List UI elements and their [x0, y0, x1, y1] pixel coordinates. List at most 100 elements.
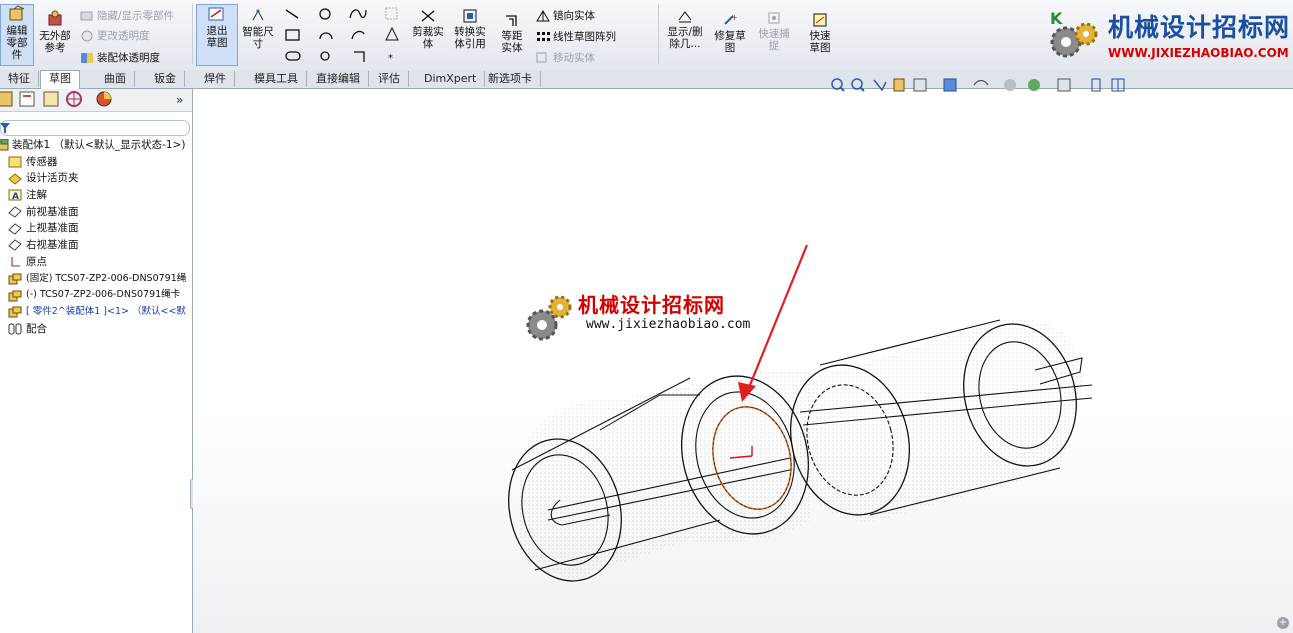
feature-tree: 装配体1 （默认<默认_显示状态-1>) 传感器 设计活页夹 A 注解 前视基准… — [0, 137, 192, 337]
trim-entities-button[interactable]: 剪裁实体 — [408, 8, 448, 50]
watermark-title: 机械设计招标网 — [578, 293, 725, 317]
convert-entities-label: 转换实体引用 — [454, 26, 486, 50]
offset-entities-label: 等距实体 — [501, 30, 523, 54]
hide-show-icon — [80, 11, 93, 20]
mates-icon — [8, 323, 22, 335]
convert-entities-icon — [463, 9, 477, 23]
linear-pattern-button[interactable]: 线性草图阵列 — [536, 29, 616, 44]
part-icon — [8, 273, 22, 285]
tree-root-assembly[interactable]: 装配体1 （默认<默认_显示状态-1>) — [0, 137, 192, 154]
tab-direct-editing[interactable]: 直接编辑 — [308, 71, 369, 87]
tab-surfaces[interactable]: 曲面 — [96, 71, 135, 87]
watermark-gear-icon — [526, 295, 572, 341]
assembly-transparency-button[interactable]: 装配体透明度 — [80, 50, 160, 65]
annotation-icon: A — [8, 189, 22, 201]
svg-text:A: A — [12, 192, 19, 201]
show-delete-relations-button[interactable]: 显示/删除几... — [662, 8, 708, 50]
change-transparency-label: 更改透明度 — [97, 30, 150, 42]
graphics-area[interactable]: 机械设计招标网 www.jixiezhaobiao.com + — [193, 89, 1293, 633]
tab-new[interactable]: 新选项卡 — [480, 71, 541, 87]
repair-sketch-button[interactable]: + 修复草图 — [710, 12, 750, 54]
filter-input[interactable] — [0, 120, 190, 136]
tree-item-mates[interactable]: 配合 — [0, 321, 192, 338]
mirror-entities-button[interactable]: 镜向实体 — [536, 8, 595, 23]
no-external-reference-icon — [48, 10, 62, 26]
tab-sketch[interactable]: 草图 — [40, 70, 80, 89]
panel-tab-icons: » — [0, 91, 183, 107]
relations-icon — [678, 11, 692, 23]
mirror-icon — [536, 9, 550, 21]
part-icon — [8, 306, 22, 318]
origin-icon — [11, 257, 20, 267]
tab-mold-tools[interactable]: 模具工具 — [246, 71, 307, 87]
tab-weldments[interactable]: 焊件 — [196, 71, 235, 87]
show-delete-relations-label: 显示/删除几... — [667, 26, 703, 50]
design-binder-icon — [8, 173, 22, 185]
brand-title: 机械设计招标网 — [1108, 13, 1291, 42]
rapid-sketch-label: 快速草图 — [809, 30, 831, 54]
exit-sketch-label: 退出草图 — [206, 25, 228, 49]
assembly-model-view — [508, 244, 1093, 582]
change-transparency-button[interactable]: 更改透明度 — [80, 28, 150, 43]
edit-component-button[interactable]: 编辑零部件 — [0, 4, 34, 66]
no-external-reference-label: 无外部参考 — [39, 30, 71, 54]
tree-item-sensors[interactable]: 传感器 — [0, 154, 192, 171]
sketch-entities-group: * — [282, 6, 402, 64]
sensor-icon — [8, 156, 22, 168]
exit-sketch-icon — [208, 7, 224, 21]
view-toolbar-icons — [831, 78, 1125, 92]
rapid-sketch-icon — [813, 13, 827, 27]
tab-evaluate[interactable]: 评估 — [370, 71, 409, 87]
mirror-entities-label: 镜向实体 — [553, 10, 595, 22]
ribbon-divider — [192, 4, 193, 64]
gear-logo-icon: K — [1050, 9, 1098, 58]
tab-sheet-metal[interactable]: 钣金 — [146, 71, 185, 87]
svg-text:*: * — [388, 53, 393, 64]
convert-entities-button[interactable]: 转换实体引用 — [450, 8, 490, 50]
offset-entities-button[interactable]: 等距实体 — [494, 12, 530, 54]
assembly-icon — [0, 139, 9, 151]
tree-item-front-plane[interactable]: 前视基准面 — [0, 204, 192, 221]
svg-text:»: » — [176, 93, 183, 107]
smart-dimension-label: 智能尺寸 — [242, 26, 274, 50]
assembly-transparency-icon — [81, 52, 93, 63]
heads-up-view-toolbar — [830, 77, 1130, 93]
tab-dimxpert[interactable]: DimXpert — [416, 71, 486, 87]
no-external-reference-button[interactable]: 无外部参考 — [36, 10, 74, 54]
smart-dimension-button[interactable]: 智能尺寸 — [240, 8, 276, 50]
tree-item-part-editing[interactable]: [ 零件2^装配体1 ]<1> （默认<<默 — [0, 304, 192, 321]
tree-item-design-binder[interactable]: 设计活页夹 — [0, 170, 192, 187]
exit-sketch-button[interactable]: 退出草图 — [196, 4, 238, 66]
tree-item-origin[interactable]: 原点 — [0, 254, 192, 271]
move-entities-button[interactable]: 移动实体 — [536, 50, 595, 65]
tab-features[interactable]: 特征 — [0, 71, 39, 87]
tree-root-label: 装配体1 （默认<默认_显示状态-1>) — [12, 139, 186, 151]
tree-item-right-plane[interactable]: 右视基准面 — [0, 237, 192, 254]
assembly-transparency-label: 装配体透明度 — [97, 52, 160, 64]
tree-item-part-fixed[interactable]: (固定) TCS07-ZP2-006-DNS0791绳 — [0, 271, 192, 288]
brand-logo: K 机械设计招标网 WWW.JIXIEZHAOBIAO.COM — [1046, 6, 1289, 64]
smart-dimension-icon — [252, 9, 264, 21]
center-watermark: 机械设计招标网 www.jixiezhaobiao.com — [520, 285, 780, 345]
repair-sketch-label: 修复草图 — [714, 30, 746, 54]
expand-icon[interactable]: + — [1277, 617, 1289, 629]
brand-url: WWW.JIXIEZHAOBIAO.COM — [1108, 46, 1289, 60]
panel-tabs: » — [0, 89, 192, 112]
transparency-icon — [81, 30, 93, 41]
command-manager-ribbon: 编辑零部件 无外部参考 隐藏/显示零部件 更改透明度 装配体透明度 退出草图 智… — [0, 0, 1293, 71]
rapid-sketch-button[interactable]: 快速草图 — [800, 12, 840, 54]
tree-item-top-plane[interactable]: 上视基准面 — [0, 220, 192, 237]
offset-entities-icon — [506, 15, 517, 26]
tree-item-part-float[interactable]: (-) TCS07-ZP2-006-DNS0791绳卡 — [0, 287, 192, 304]
plane-icon — [8, 239, 22, 252]
move-entities-label: 移动实体 — [553, 52, 595, 64]
move-entities-icon — [536, 52, 547, 62]
part-icon — [8, 290, 22, 302]
trim-icon — [421, 10, 435, 22]
filter-icon — [0, 123, 10, 133]
hide-show-label: 隐藏/显示零部件 — [97, 10, 175, 22]
tree-item-annotations[interactable]: A 注解 — [0, 187, 192, 204]
hide-show-components-button[interactable]: 隐藏/显示零部件 — [80, 8, 174, 23]
ribbon-divider — [658, 4, 659, 64]
rapid-snap-button[interactable]: 快速捕捉 — [754, 10, 794, 52]
